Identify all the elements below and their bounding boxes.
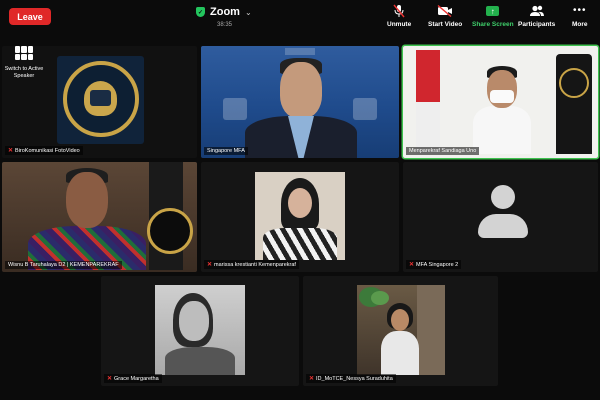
garuda-emblem-image <box>147 208 193 254</box>
switch-to-active-speaker-button[interactable]: Switch to Active Speaker <box>4 46 44 80</box>
participants-icon <box>529 4 545 18</box>
mic-muted-icon <box>393 4 405 18</box>
more-button[interactable]: ••• More <box>572 4 588 29</box>
participant-name: Menparekraf Sandiaga Uno <box>409 148 477 154</box>
participant-name-tag: Wisnu B Taruhalaya D2 | KEMENPAREKRAF <box>5 261 122 269</box>
garuda-emblem-image <box>57 56 144 144</box>
meeting-title-dropdown[interactable]: ✓ Zoom ⌄ <box>196 6 252 18</box>
ministry-banner <box>556 54 592 154</box>
share-screen-button[interactable]: ↑ Share Screen <box>472 4 514 28</box>
video-tile-marissa[interactable]: ✕ marissa krestianti Kemenparekraf <box>201 162 399 272</box>
video-tile-menparekraf[interactable]: Menparekraf Sandiaga Uno <box>403 46 598 158</box>
participant-name: MFA Singapore 2 <box>416 261 459 268</box>
muted-mic-icon: ✕ <box>107 376 113 382</box>
muted-mic-icon: ✕ <box>409 262 415 268</box>
share-screen-label: Share Screen <box>472 21 514 28</box>
muted-mic-icon: ✕ <box>8 148 14 154</box>
ministry-logo <box>353 98 377 120</box>
participant-name: marissa krestianti Kemenparekraf <box>214 261 296 268</box>
ministry-logo <box>223 98 247 120</box>
participant-name: BiroKomunikasi FotoVideo <box>15 147 80 154</box>
video-tile-grace[interactable]: ✕ Grace Margaretha <box>101 276 299 386</box>
zoom-meeting-window: Leave ✓ Zoom ⌄ 38:35 Unmute Start Video … <box>0 0 600 400</box>
switch-speaker-label: Switch to Active Speaker <box>4 66 44 79</box>
video-off-icon <box>437 4 453 18</box>
participant-name: ID_MoTCE_Nessya Suraduhita <box>316 375 393 382</box>
profile-photo <box>357 285 445 375</box>
start-video-button[interactable]: Start Video <box>428 4 462 28</box>
participant-name-tag: ✕ BiroKomunikasi FotoVideo <box>5 146 83 155</box>
participant-name-tag: Singapore MFA <box>204 147 248 155</box>
more-icon: ••• <box>573 5 587 16</box>
participant-name-tag: ✕ MFA Singapore 2 <box>406 260 462 269</box>
participant-video <box>280 62 322 118</box>
participant-name-tag: ✕ ID_MoTCE_Nessya Suraduhita <box>306 374 396 383</box>
meeting-timer: 38:35 <box>217 22 233 28</box>
security-shield-icon: ✓ <box>196 7 205 17</box>
unmute-label: Unmute <box>387 21 412 28</box>
more-label: More <box>572 21 588 28</box>
profile-photo <box>155 285 245 375</box>
meeting-toolbar: Leave ✓ Zoom ⌄ 38:35 Unmute Start Video … <box>0 0 600 40</box>
leave-button[interactable]: Leave <box>9 8 51 25</box>
participants-label: Participants <box>518 21 556 28</box>
start-video-label: Start Video <box>428 21 463 28</box>
participant-name: Singapore MFA <box>207 148 245 154</box>
participant-name: Grace Margaretha <box>114 375 159 382</box>
chevron-down-icon: ⌄ <box>244 7 252 17</box>
participant-name: Wisnu B Taruhalaya D2 | KEMENPAREKRAF <box>8 262 119 268</box>
meeting-title: Zoom <box>210 6 240 18</box>
share-screen-icon: ↑ <box>486 4 500 18</box>
muted-mic-icon: ✕ <box>309 376 315 382</box>
video-tile-singapore-mfa[interactable]: Singapore MFA <box>201 46 399 158</box>
participant-video <box>66 172 108 228</box>
grid-view-icon <box>15 46 33 60</box>
muted-mic-icon: ✕ <box>207 262 213 268</box>
default-avatar-icon <box>478 214 528 238</box>
unmute-button[interactable]: Unmute <box>387 4 411 28</box>
participant-name-tag: ✕ Grace Margaretha <box>104 374 162 383</box>
video-tile-wisnu[interactable]: Wisnu B Taruhalaya D2 | KEMENPAREKRAF <box>2 162 197 272</box>
default-avatar-icon <box>491 185 515 209</box>
video-tile-mfa-singapore-2[interactable]: ✕ MFA Singapore 2 <box>403 162 598 272</box>
participant-name-tag: Menparekraf Sandiaga Uno <box>406 147 480 155</box>
video-tile-nessya[interactable]: ✕ ID_MoTCE_Nessya Suraduhita <box>303 276 498 386</box>
profile-photo <box>255 172 345 260</box>
participant-name-tag: ✕ marissa krestianti Kemenparekraf <box>204 260 299 269</box>
participants-button[interactable]: Participants <box>518 4 555 28</box>
indonesian-flag <box>416 50 440 154</box>
